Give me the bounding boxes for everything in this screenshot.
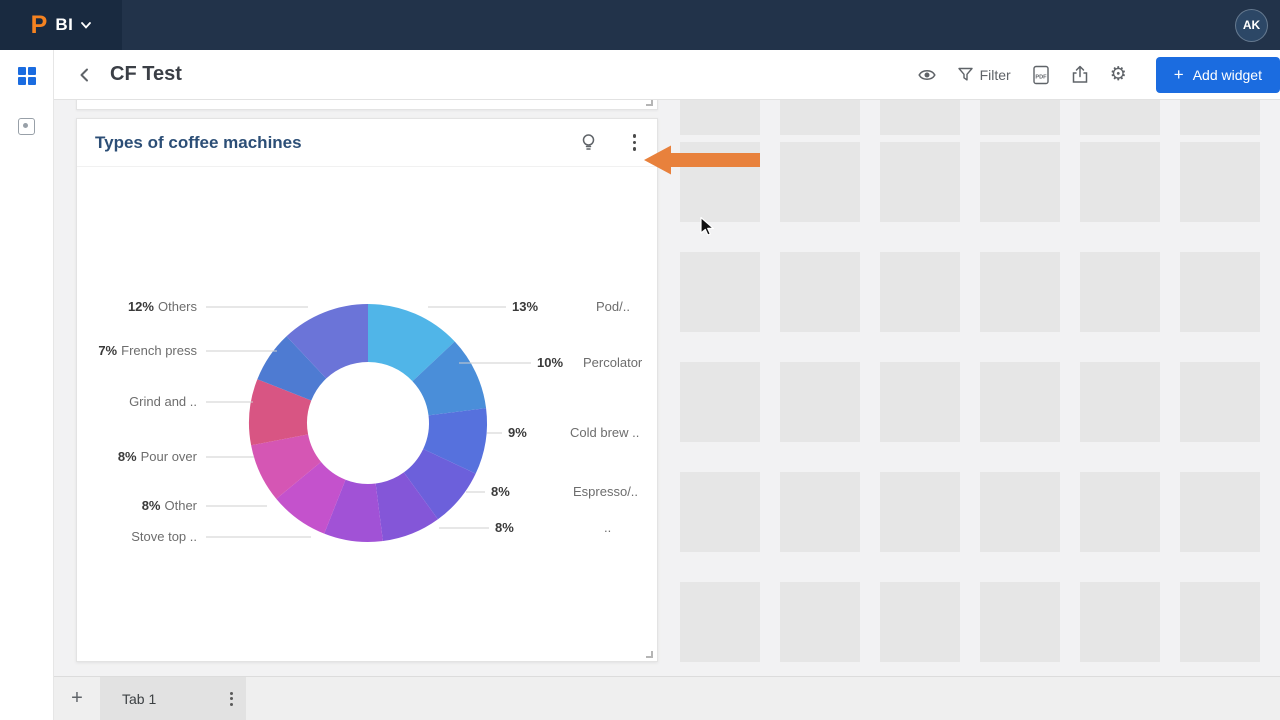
plus-icon: +	[1174, 66, 1184, 83]
sidebar-item-data[interactable]	[16, 115, 38, 137]
slice-label: Grind and ..	[129, 393, 197, 411]
grid-placeholder	[980, 582, 1060, 662]
grid-placeholder	[1080, 362, 1160, 442]
slice-percent: 9%	[508, 424, 527, 442]
slice-label: Cold brew ..	[570, 424, 639, 442]
grid-placeholder	[880, 472, 960, 552]
page-title: CF Test	[110, 63, 182, 86]
slice-label: Percolator	[583, 354, 642, 372]
svg-text:PDF: PDF	[1035, 74, 1047, 80]
partial-widget-edge	[76, 100, 658, 110]
data-cube-icon	[18, 118, 35, 135]
slice-label: Espresso/..	[573, 483, 638, 501]
grid-placeholder	[1080, 252, 1160, 332]
grid-placeholder	[880, 582, 960, 662]
slice-label: Pod/..	[596, 298, 630, 316]
tab-tab1[interactable]: Tab 1	[100, 677, 246, 720]
grid-placeholder	[980, 472, 1060, 552]
add-tab-button[interactable]: +	[54, 677, 100, 720]
slice-label: Stove top ..	[131, 528, 197, 546]
logo-icon: P	[31, 13, 48, 38]
back-button[interactable]	[72, 62, 98, 88]
tab-menu-button[interactable]	[227, 689, 236, 709]
grid-placeholder	[880, 362, 960, 442]
chart-widget: Types of coffee machines	[76, 118, 658, 662]
grid-placeholder	[880, 142, 960, 222]
pdf-icon: PDF	[1032, 65, 1050, 85]
grid-placeholder	[980, 142, 1060, 222]
app-logo-menu[interactable]: P BI	[0, 0, 122, 50]
chevron-down-icon	[81, 22, 91, 29]
slice-percent: 8%	[495, 519, 514, 537]
grid-placeholder	[1080, 472, 1160, 552]
gear-icon: ⚙	[1110, 65, 1127, 84]
slice-label: 8%Pour over	[118, 448, 197, 466]
sidebar-item-dashboards[interactable]	[16, 65, 38, 87]
resize-corner-icon[interactable]	[646, 100, 653, 106]
grid-placeholder	[1180, 142, 1260, 222]
grid-placeholder	[880, 100, 960, 135]
grid-placeholder	[980, 252, 1060, 332]
filter-button[interactable]: Filter	[958, 67, 1011, 83]
dashboard-canvas: Types of coffee machines	[54, 100, 1280, 676]
grid-placeholder	[780, 582, 860, 662]
left-sidebar	[0, 50, 54, 720]
tab-label: Tab 1	[122, 691, 227, 707]
grid-placeholder	[1180, 100, 1260, 135]
grid-placeholder	[780, 362, 860, 442]
share-button[interactable]	[1071, 65, 1089, 84]
slice-label: ..	[604, 519, 611, 537]
resize-corner-icon[interactable]	[646, 651, 653, 658]
slice-percent: 10%	[537, 354, 563, 372]
slice-percent: 8%	[491, 483, 510, 501]
grid-placeholder	[1180, 582, 1260, 662]
grid-placeholder	[1180, 472, 1260, 552]
grid-placeholder	[780, 142, 860, 222]
grid-placeholder	[1080, 100, 1160, 135]
grid-placeholder	[780, 100, 860, 135]
add-widget-button[interactable]: + Add widget	[1156, 57, 1280, 93]
tab-bar: + Tab 1	[54, 676, 1280, 720]
slice-percent: 13%	[512, 298, 538, 316]
filter-funnel-icon	[958, 67, 973, 82]
eye-icon	[917, 66, 937, 84]
grid-placeholder	[680, 252, 760, 332]
grid-placeholder	[880, 252, 960, 332]
grid-placeholder	[1180, 362, 1260, 442]
dashboards-grid-icon	[18, 67, 36, 85]
avatar[interactable]: AK	[1235, 9, 1268, 42]
slice-label: 12%Others	[128, 298, 197, 316]
slice-label: 8%Other	[142, 497, 197, 515]
filter-label: Filter	[980, 67, 1011, 83]
export-pdf-button[interactable]: PDF	[1032, 65, 1050, 85]
grid-placeholder	[1080, 142, 1160, 222]
add-widget-label: Add widget	[1193, 67, 1262, 83]
grid-placeholder	[680, 362, 760, 442]
product-label: BI	[55, 15, 73, 35]
share-icon	[1071, 65, 1089, 84]
preview-button[interactable]	[917, 66, 937, 84]
top-navbar: P BI AK	[0, 0, 1280, 50]
grid-placeholder	[1080, 582, 1160, 662]
grid-placeholder	[980, 362, 1060, 442]
chevron-left-icon	[76, 66, 94, 84]
grid-placeholder	[680, 582, 760, 662]
grid-placeholder	[680, 472, 760, 552]
dashboard-header: CF Test Filter PDF	[54, 50, 1280, 100]
grid-placeholder	[680, 100, 760, 135]
settings-button[interactable]: ⚙	[1110, 65, 1127, 84]
donut-chart[interactable]: 12%Others 7%French press Grind and .. 8%Pou…	[77, 119, 657, 661]
grid-placeholder	[1180, 252, 1260, 332]
grid-placeholder	[780, 252, 860, 332]
grid-placeholder	[780, 472, 860, 552]
grid-placeholder	[680, 142, 760, 222]
grid-placeholder	[980, 100, 1060, 135]
slice-label: 7%French press	[98, 342, 197, 360]
